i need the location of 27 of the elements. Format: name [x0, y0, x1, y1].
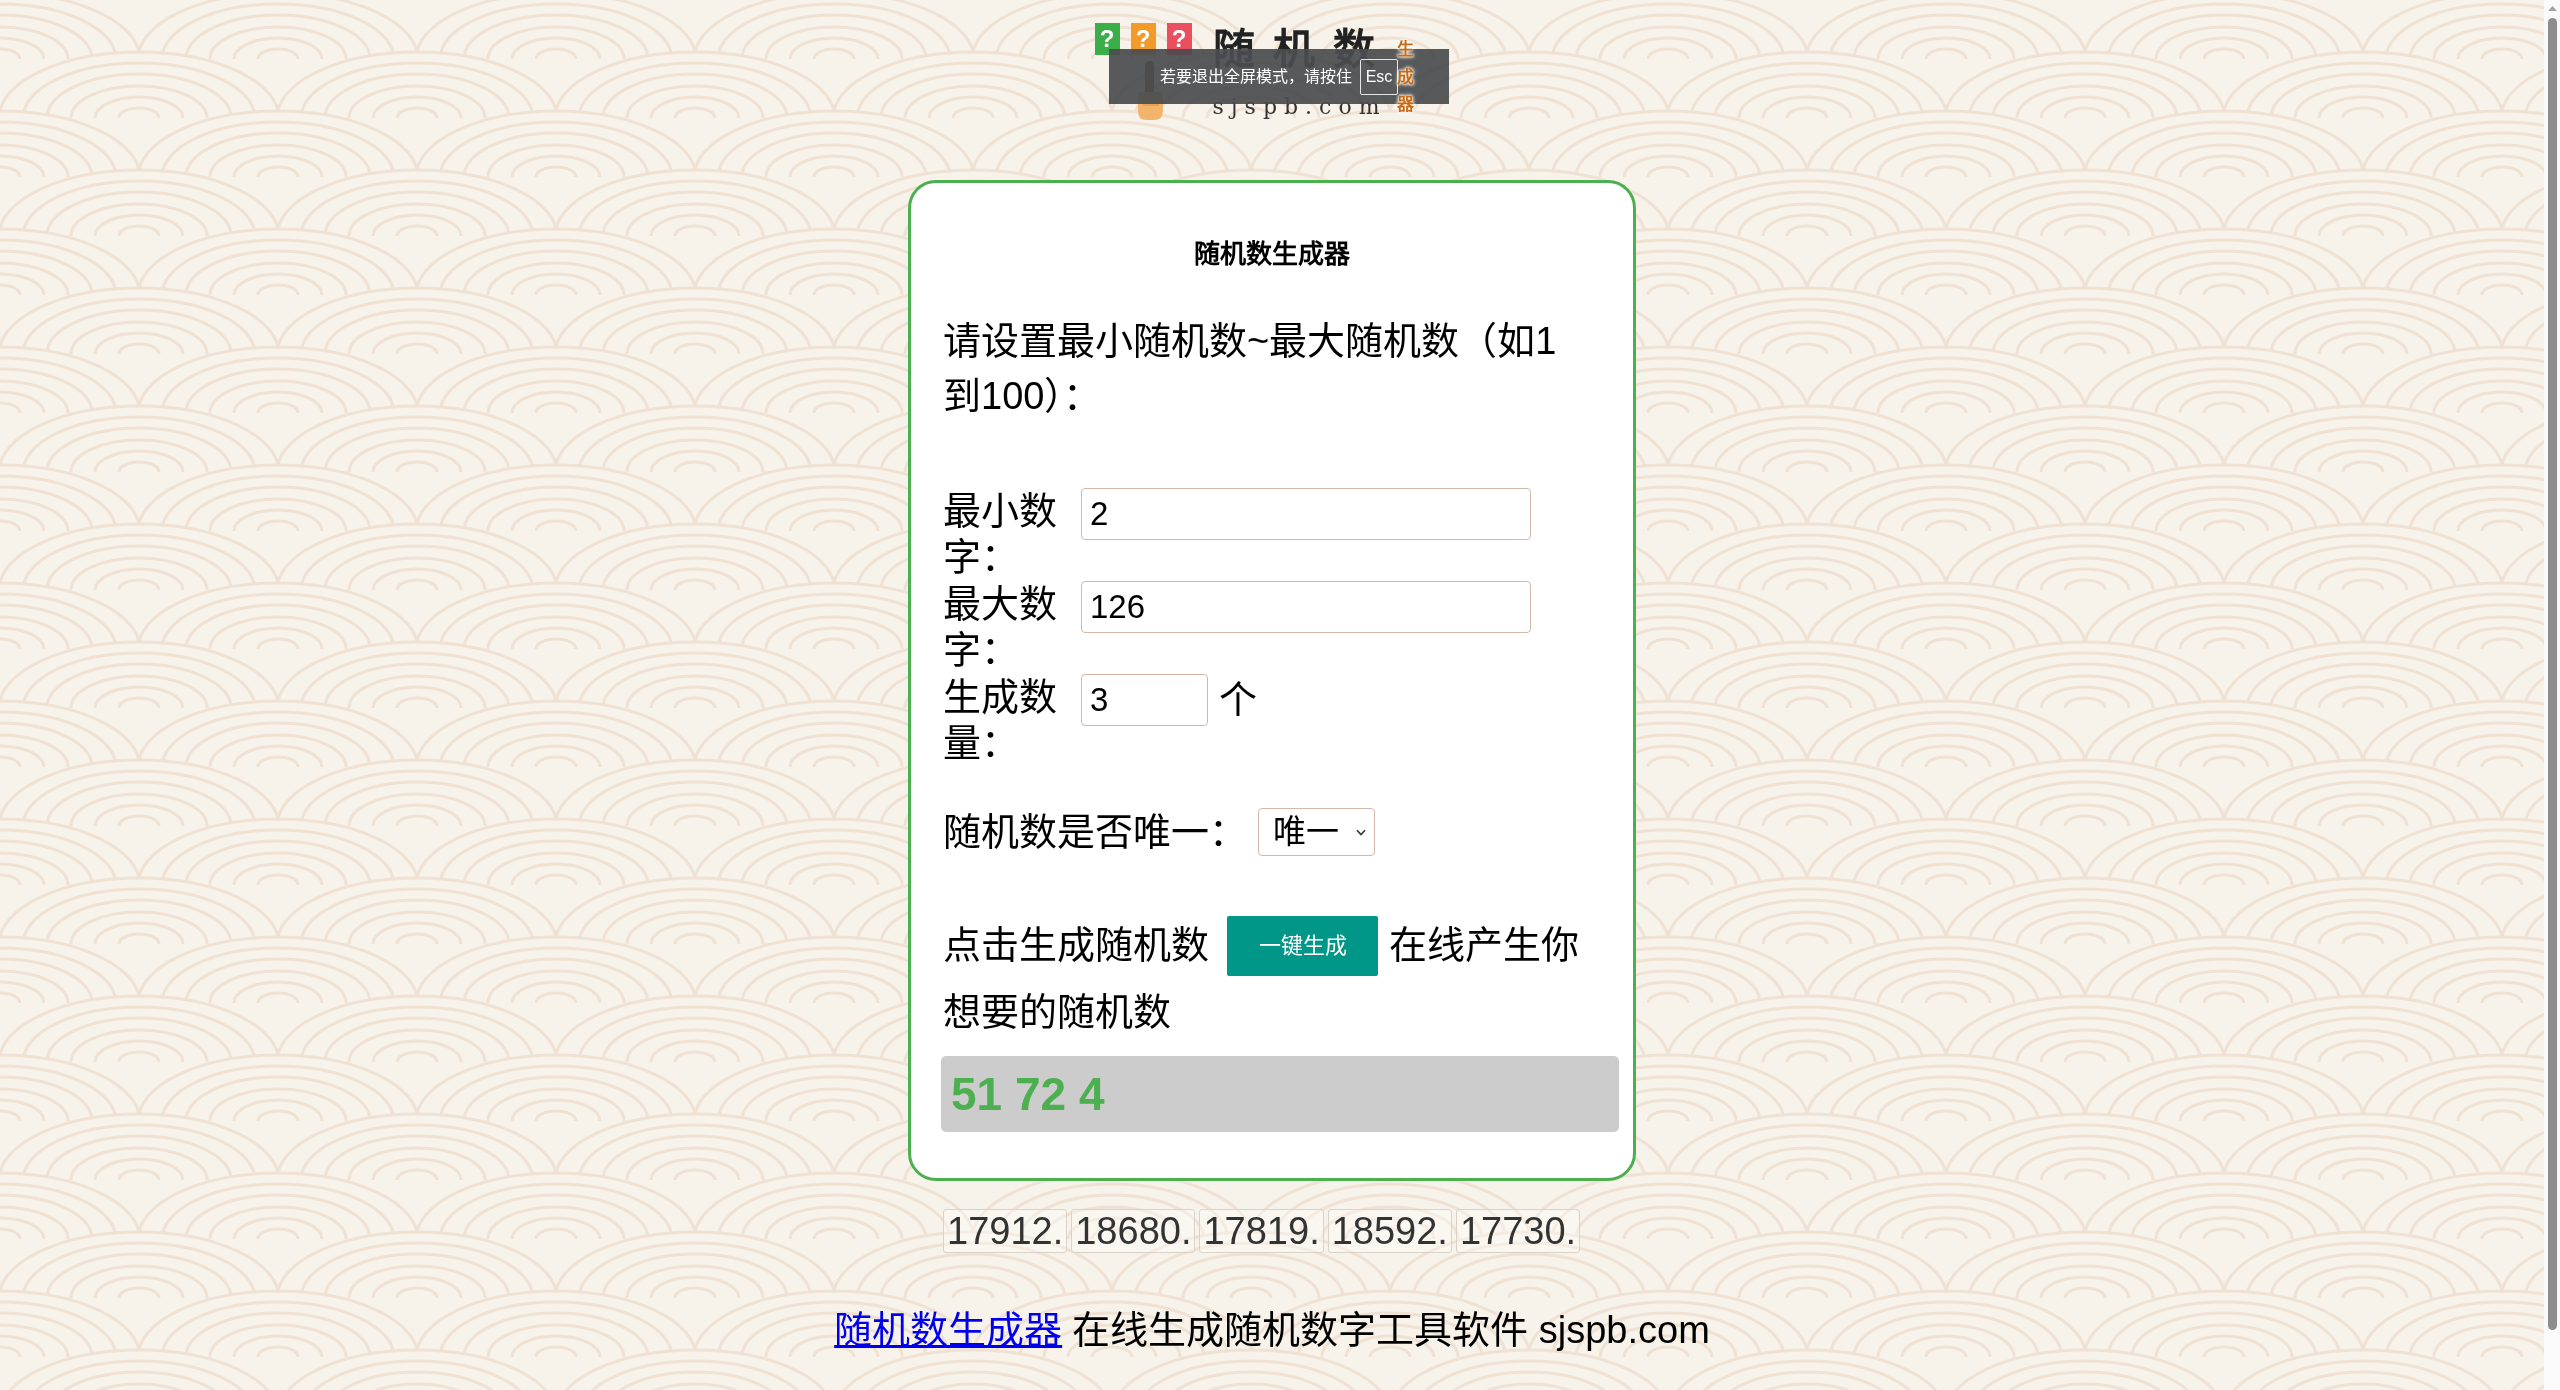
scrollbar-thumb[interactable] [2547, 18, 2557, 1330]
chevron-down-icon [1356, 828, 1366, 836]
prompt-text: 在线产生你 [1389, 923, 1579, 968]
number-input[interactable]: 2 [1081, 488, 1531, 540]
generate-button[interactable]: 一键生成 [1227, 915, 1378, 976]
generator-link[interactable]: 随机数生成器 [834, 1305, 1063, 1355]
history-value: 18680. [1071, 1209, 1196, 1253]
panel-title: 随机数生成器 [1193, 238, 1351, 271]
instruction-text: 请设置最小随机数~最大随机数（如1到100）： [943, 319, 1558, 419]
field-label: 最大数字： [943, 582, 1058, 673]
prompt-text: 点击生成随机数 [943, 923, 1209, 968]
logo-tile: ? [1094, 23, 1120, 55]
result-display: 51 72 4 [941, 1056, 1619, 1132]
history-value: 17730. [1455, 1209, 1581, 1253]
scroll-up-arrow-icon[interactable] [2547, 6, 2557, 11]
number-input[interactable]: 3 [1081, 674, 1208, 726]
field-label: 最小数字： [943, 489, 1058, 580]
uniqueness-dropdown[interactable]: 唯一 [1258, 808, 1375, 856]
history-value: 18592. [1327, 1209, 1452, 1253]
history-value: 17819. [1199, 1209, 1324, 1253]
history-value: 17912. [943, 1209, 1068, 1253]
field-label: 生成数量： [943, 675, 1058, 766]
prompt-text: 想要的随机数 [943, 990, 1171, 1035]
unit-label: 个 [1219, 678, 1257, 723]
footer-text: 在线生成随机数字工具软件 sjspb.com [1072, 1308, 1710, 1353]
unique-label: 随机数是否唯一： [943, 810, 1247, 855]
number-input[interactable]: 126 [1081, 581, 1531, 633]
